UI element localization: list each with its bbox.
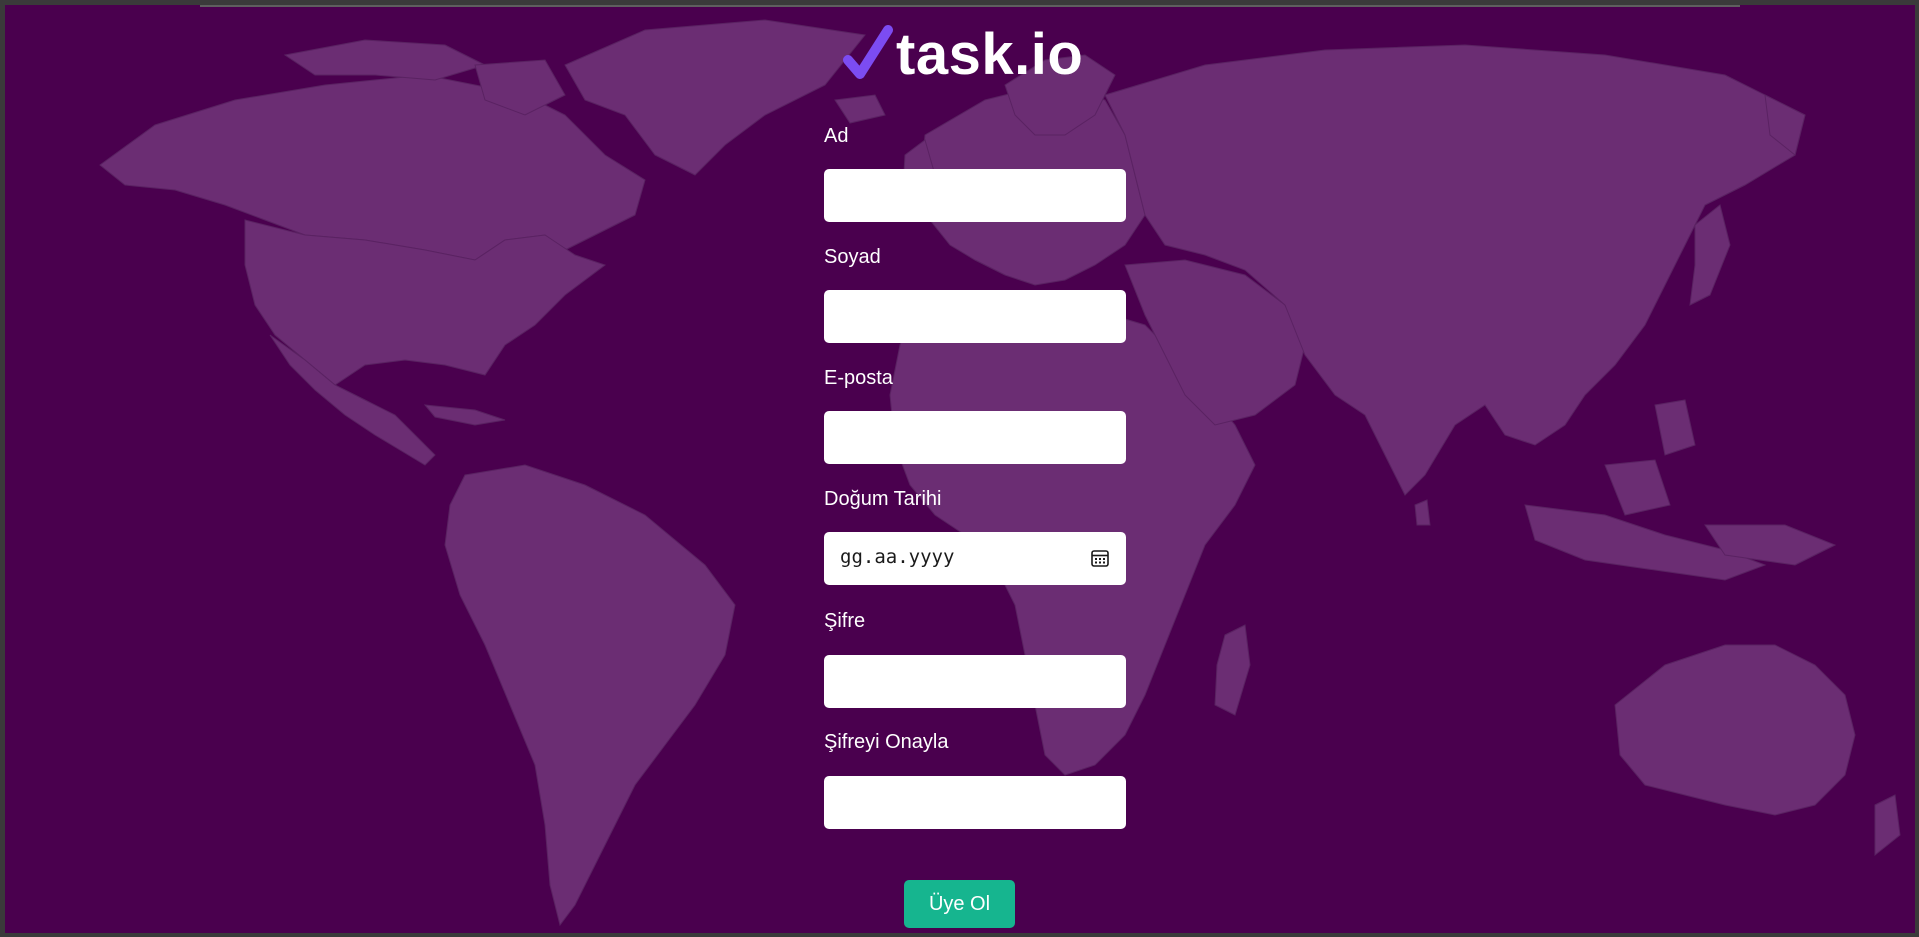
confirm-password-input[interactable] <box>824 776 1126 829</box>
map-madagascar <box>1214 624 1251 716</box>
email-label: E-posta <box>824 367 893 389</box>
password-label: Şifre <box>824 610 866 632</box>
birth-date-placeholder: gg.aa.yyyy <box>840 546 955 568</box>
map-new-zealand <box>1874 794 1901 857</box>
signup-button[interactable]: Üye Ol <box>904 880 1015 928</box>
brand-logo[interactable]: task.io <box>842 19 1083 89</box>
map-greenland <box>564 19 866 176</box>
confirm-password-label: Şifreyi Onayla <box>824 731 949 753</box>
map-australia <box>1614 644 1856 816</box>
birth-date-input[interactable]: gg.aa.yyyy <box>824 532 1126 585</box>
calendar-icon[interactable] <box>1090 548 1110 568</box>
map-cuba <box>423 404 506 426</box>
map-borneo <box>1604 459 1671 516</box>
email-input[interactable] <box>824 411 1126 464</box>
checkmark-icon <box>843 25 893 79</box>
last-name-label: Soyad <box>824 246 881 268</box>
map-iceland <box>834 94 886 124</box>
map-philippines <box>1654 399 1696 456</box>
password-input[interactable] <box>824 655 1126 708</box>
brand-name: task.io <box>896 21 1084 87</box>
map-sri-lanka <box>1414 499 1431 526</box>
birth-date-label: Doğum Tarihi <box>824 488 942 510</box>
first-name-label: Ad <box>824 125 849 147</box>
map-arctic-islands <box>283 39 487 81</box>
map-south-america <box>444 464 736 927</box>
last-name-input[interactable] <box>824 290 1126 343</box>
map-north-america-north <box>99 74 646 261</box>
first-name-input[interactable] <box>824 169 1126 222</box>
